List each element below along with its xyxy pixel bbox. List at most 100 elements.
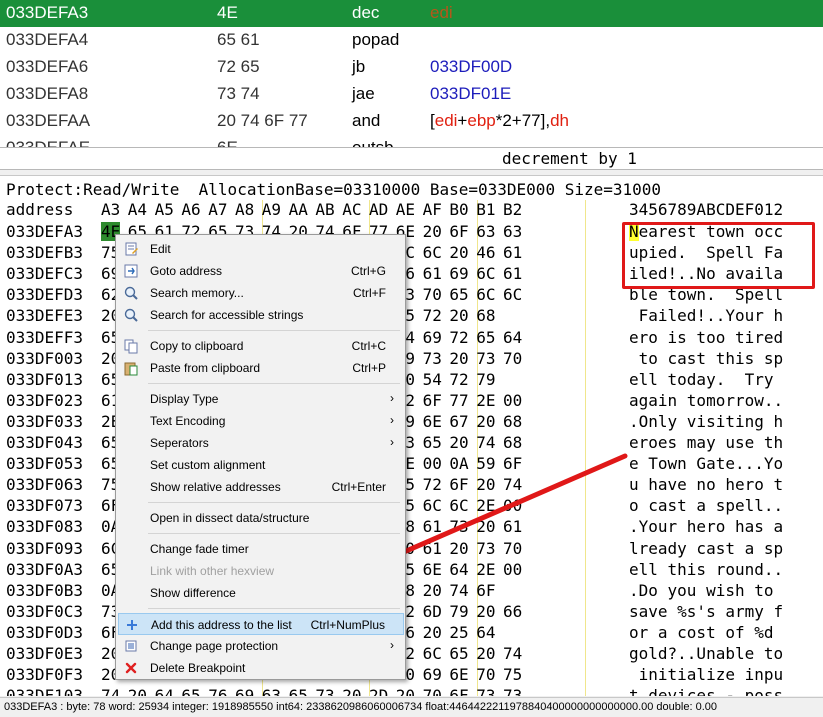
menu-item-display-type[interactable]: Display Type › [118,388,404,410]
hex-byte[interactable]: 73 [476,539,495,558]
hex-byte[interactable]: 74 [476,433,495,452]
hex-byte[interactable]: 65 [449,644,468,663]
hex-byte[interactable]: 6C [423,644,442,663]
hex-byte[interactable]: 73 [503,686,522,696]
menu-item-delete-breakpoint[interactable]: Delete Breakpoint [118,657,404,679]
hex-byte[interactable]: 6C [476,285,495,304]
hex-byte[interactable]: 65 [449,285,468,304]
hex-byte[interactable]: 63 [476,222,495,241]
hex-byte[interactable]: 72 [423,475,442,494]
hex-byte[interactable]: 20 [449,539,468,558]
hex-byte[interactable]: 70 [476,665,495,684]
hex-byte[interactable]: 74 [503,475,522,494]
hex-byte[interactable]: 73 [476,349,495,368]
menu-item-show-relative-addresses[interactable]: Show relative addresses Ctrl+Enter [118,476,404,498]
hex-byte[interactable]: 74 [503,644,522,663]
hex-row-ascii[interactable]: save %s's army f [629,602,783,621]
hex-byte[interactable]: 2E [476,496,495,515]
menu-item-copy-to-clipboard[interactable]: Copy to clipboard Ctrl+C [118,335,404,357]
hex-byte[interactable]: 20 [449,433,468,452]
hex-byte[interactable]: 20 [449,243,468,262]
hex-byte[interactable]: 61 [423,264,442,283]
context-menu[interactable]: Edit Goto address Ctrl+G Search memory... Ct… [115,234,406,680]
hex-byte[interactable]: 6D [423,602,442,621]
hex-byte[interactable]: 73 [315,686,334,696]
hex-byte[interactable]: 20 [476,602,495,621]
menu-item-search-memory[interactable]: Search memory... Ctrl+F [118,282,404,304]
hex-byte[interactable]: 25 [449,623,468,642]
hex-byte[interactable]: 6C [449,496,468,515]
hex-byte[interactable]: 66 [503,602,522,621]
hex-row-ascii[interactable]: .Do you wish to [629,581,774,600]
hex-byte[interactable]: 00 [423,454,442,473]
hex-byte[interactable]: 6F [449,475,468,494]
hex-byte[interactable]: 20 [476,517,495,536]
hex-byte[interactable]: 79 [449,602,468,621]
hex-byte[interactable]: 63 [262,686,281,696]
hex-byte[interactable]: 65 [476,328,495,347]
hex-byte[interactable]: 00 [503,391,522,410]
hex-row-ascii[interactable]: o cast a spell.. [629,496,783,515]
hex-byte[interactable]: 72 [449,370,468,389]
hex-byte[interactable]: 20 [449,349,468,368]
hex-row-ascii[interactable]: again tomorrow.. [629,391,783,410]
menu-item-set-custom-alignment[interactable]: Set custom alignment [118,454,404,476]
hex-byte[interactable]: 6F [423,391,442,410]
hex-byte[interactable]: 72 [423,306,442,325]
hex-byte[interactable]: 69 [423,328,442,347]
hex-byte[interactable]: 69 [235,686,254,696]
hex-row-ascii[interactable]: or a cost of %d [629,623,774,642]
hex-byte[interactable]: 75 [503,665,522,684]
hex-byte[interactable]: 74 [449,581,468,600]
hex-byte[interactable]: 20 [423,581,442,600]
hex-byte[interactable]: 73 [449,517,468,536]
disasm-row[interactable]: 033DEFA4 65 61 popad [0,27,823,54]
hex-byte[interactable]: 61 [503,264,522,283]
hex-row-ascii[interactable]: gold?..Unable to [629,644,783,663]
hex-byte[interactable]: 20 [423,623,442,642]
menu-item-change-fade-timer[interactable]: Change fade timer [118,538,404,560]
hex-row-ascii[interactable]: lready cast a sp [629,539,783,558]
hex-byte[interactable]: 6E [423,412,442,431]
hex-byte[interactable]: 64 [155,686,174,696]
hex-byte[interactable]: 20 [128,686,147,696]
hex-byte[interactable]: 65 [289,686,308,696]
hex-byte[interactable]: 6F [476,581,495,600]
hex-byte[interactable]: 65 [423,433,442,452]
hex-byte[interactable]: 70 [503,349,522,368]
disasm-row[interactable]: 033DEFA3 4E dec edi [0,0,823,27]
hex-row-ascii[interactable]: ell today. Try [629,370,774,389]
hex-byte[interactable]: 68 [503,433,522,452]
disasm-row[interactable]: 033DEFA6 72 65 jb 033DF00D [0,54,823,81]
hex-byte[interactable]: 69 [423,665,442,684]
hex-byte[interactable]: 70 [423,285,442,304]
hex-byte[interactable]: 61 [423,517,442,536]
menu-item-seperators[interactable]: Seperators › [118,432,404,454]
hex-byte[interactable]: 2E [476,560,495,579]
menu-item-open-in-dissect-data-structure[interactable]: Open in dissect data/structure [118,507,404,529]
hex-byte[interactable]: 20 [476,644,495,663]
hex-byte[interactable]: 70 [423,686,442,696]
hex-byte[interactable]: 72 [449,328,468,347]
hex-byte[interactable]: 6C [476,264,495,283]
disasm-row[interactable]: 033DEFAA 20 74 6F 77 and [edi+ebp*2+77],dh [0,108,823,135]
disasm-row[interactable]: 033DEFA8 73 74 jae 033DF01E [0,81,823,108]
hex-byte[interactable]: 20 [342,686,361,696]
hex-byte[interactable]: 70 [503,539,522,558]
hex-row-ascii[interactable]: Failed!..Your h [629,306,784,325]
hex-byte[interactable]: 61 [423,539,442,558]
hex-row-ascii[interactable]: ero is too tired [629,328,783,347]
menu-item-paste-from-clipboard[interactable]: Paste from clipboard Ctrl+P [118,357,404,379]
hex-byte[interactable]: 77 [449,391,468,410]
hex-row-ascii[interactable]: u have no hero t [629,475,783,494]
hex-byte[interactable]: 6F [449,222,468,241]
hex-byte[interactable]: 6C [423,243,442,262]
hex-row-ascii[interactable]: initialize inpu [629,665,784,684]
hex-byte[interactable]: 6F [503,454,522,473]
hex-byte[interactable]: 6E [423,560,442,579]
hex-row-ascii[interactable]: e Town Gate...Yo [629,454,783,473]
hex-row[interactable]: 033DF103 74 20 64 65 76 69 63 65 73 20 2D 20 70 6F 73 73… [0,686,823,696]
hex-byte[interactable]: 74 [101,686,120,696]
hex-byte[interactable]: 54 [423,370,442,389]
hex-byte[interactable]: 73 [476,686,495,696]
